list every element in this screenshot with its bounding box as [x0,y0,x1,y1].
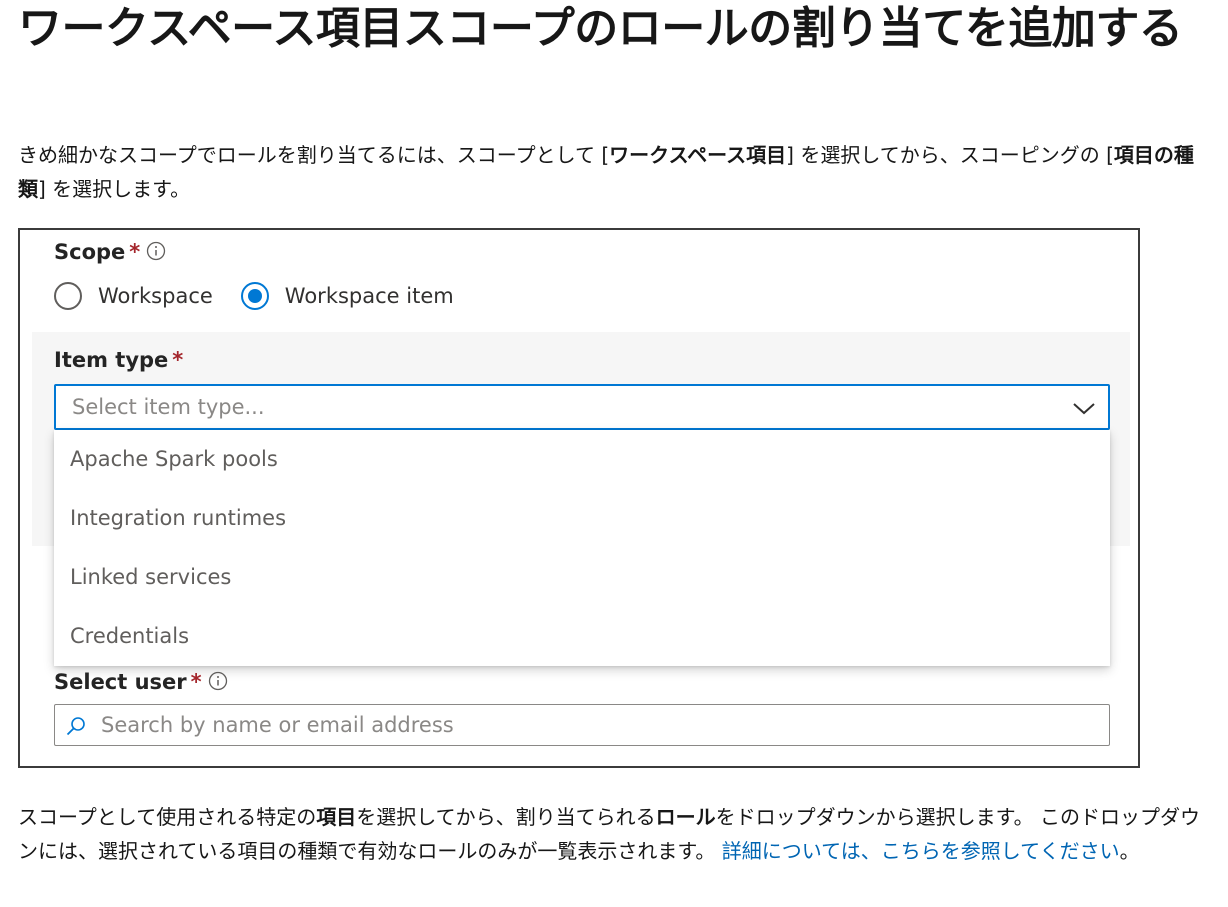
page-title: ワークスペース項目スコープのロールの割り当てを追加する [18,3,1183,54]
item-type-label: Item type * [54,348,183,372]
item-type-label-text: Item type [54,348,169,372]
intro-bold-workspace-item: ワークスペース項目 [609,143,787,167]
chevron-down-icon[interactable] [1072,398,1096,422]
item-type-dropdown: Apache Spark pools Integration runtimes … [54,430,1110,666]
select-user-label-text: Select user [54,670,187,694]
dropdown-option-integration-runtimes[interactable]: Integration runtimes [54,489,1110,548]
scope-label-text: Scope [54,240,126,264]
intro-paragraph: きめ細かなスコープでロールを割り当てるには、スコープとして [ワークスペース項目… [18,138,1208,206]
outro-text: を選択してから、割り当てられる [356,805,656,829]
required-mark: * [190,670,202,694]
user-search-input[interactable]: Search by name or email address [54,704,1110,746]
outro-bold-item: 項目 [316,805,357,829]
info-icon[interactable] [208,671,228,696]
select-user-label: Select user * [54,670,228,696]
required-mark: * [172,348,184,372]
info-icon[interactable] [146,241,166,266]
outro-bold-role: ロール [655,805,716,829]
radio-workspace-circle[interactable] [54,282,82,310]
search-icon [65,715,87,741]
item-type-placeholder: Select item type... [72,395,265,419]
role-assignment-form: Scope * Workspace Workspace item Item typ… [18,228,1140,768]
intro-text: きめ細かなスコープでロールを割り当てるには、スコープとして [ [18,143,610,167]
intro-text: ] を選択してから、スコーピングの [ [786,143,1114,167]
dropdown-option-linked-services[interactable]: Linked services [54,548,1110,607]
scope-label: Scope * [54,240,166,266]
scope-radio-group: Workspace Workspace item [54,282,482,310]
dropdown-option-credentials[interactable]: Credentials [54,607,1110,666]
details-link[interactable]: 詳細については、こちらを参照してください [722,839,1120,863]
radio-workspace-item-label: Workspace item [284,284,454,308]
dropdown-option-apache-spark-pools[interactable]: Apache Spark pools [54,430,1110,489]
item-type-select[interactable]: Select item type... [54,384,1110,430]
outro-text: 。 [1119,839,1140,863]
user-search-placeholder: Search by name or email address [101,713,454,737]
radio-workspace-item[interactable]: Workspace item [240,282,454,310]
radio-workspace[interactable]: Workspace [54,282,213,310]
radio-workspace-item-circle[interactable] [240,282,269,310]
intro-text: ] を選択します。 [38,177,191,201]
required-mark: * [129,240,141,264]
outro-paragraph: スコープとして使用される特定の項目を選択してから、割り当てられるロールをドロップ… [18,800,1208,868]
radio-workspace-label: Workspace [98,284,213,308]
outro-text: スコープとして使用される特定の [18,805,317,829]
